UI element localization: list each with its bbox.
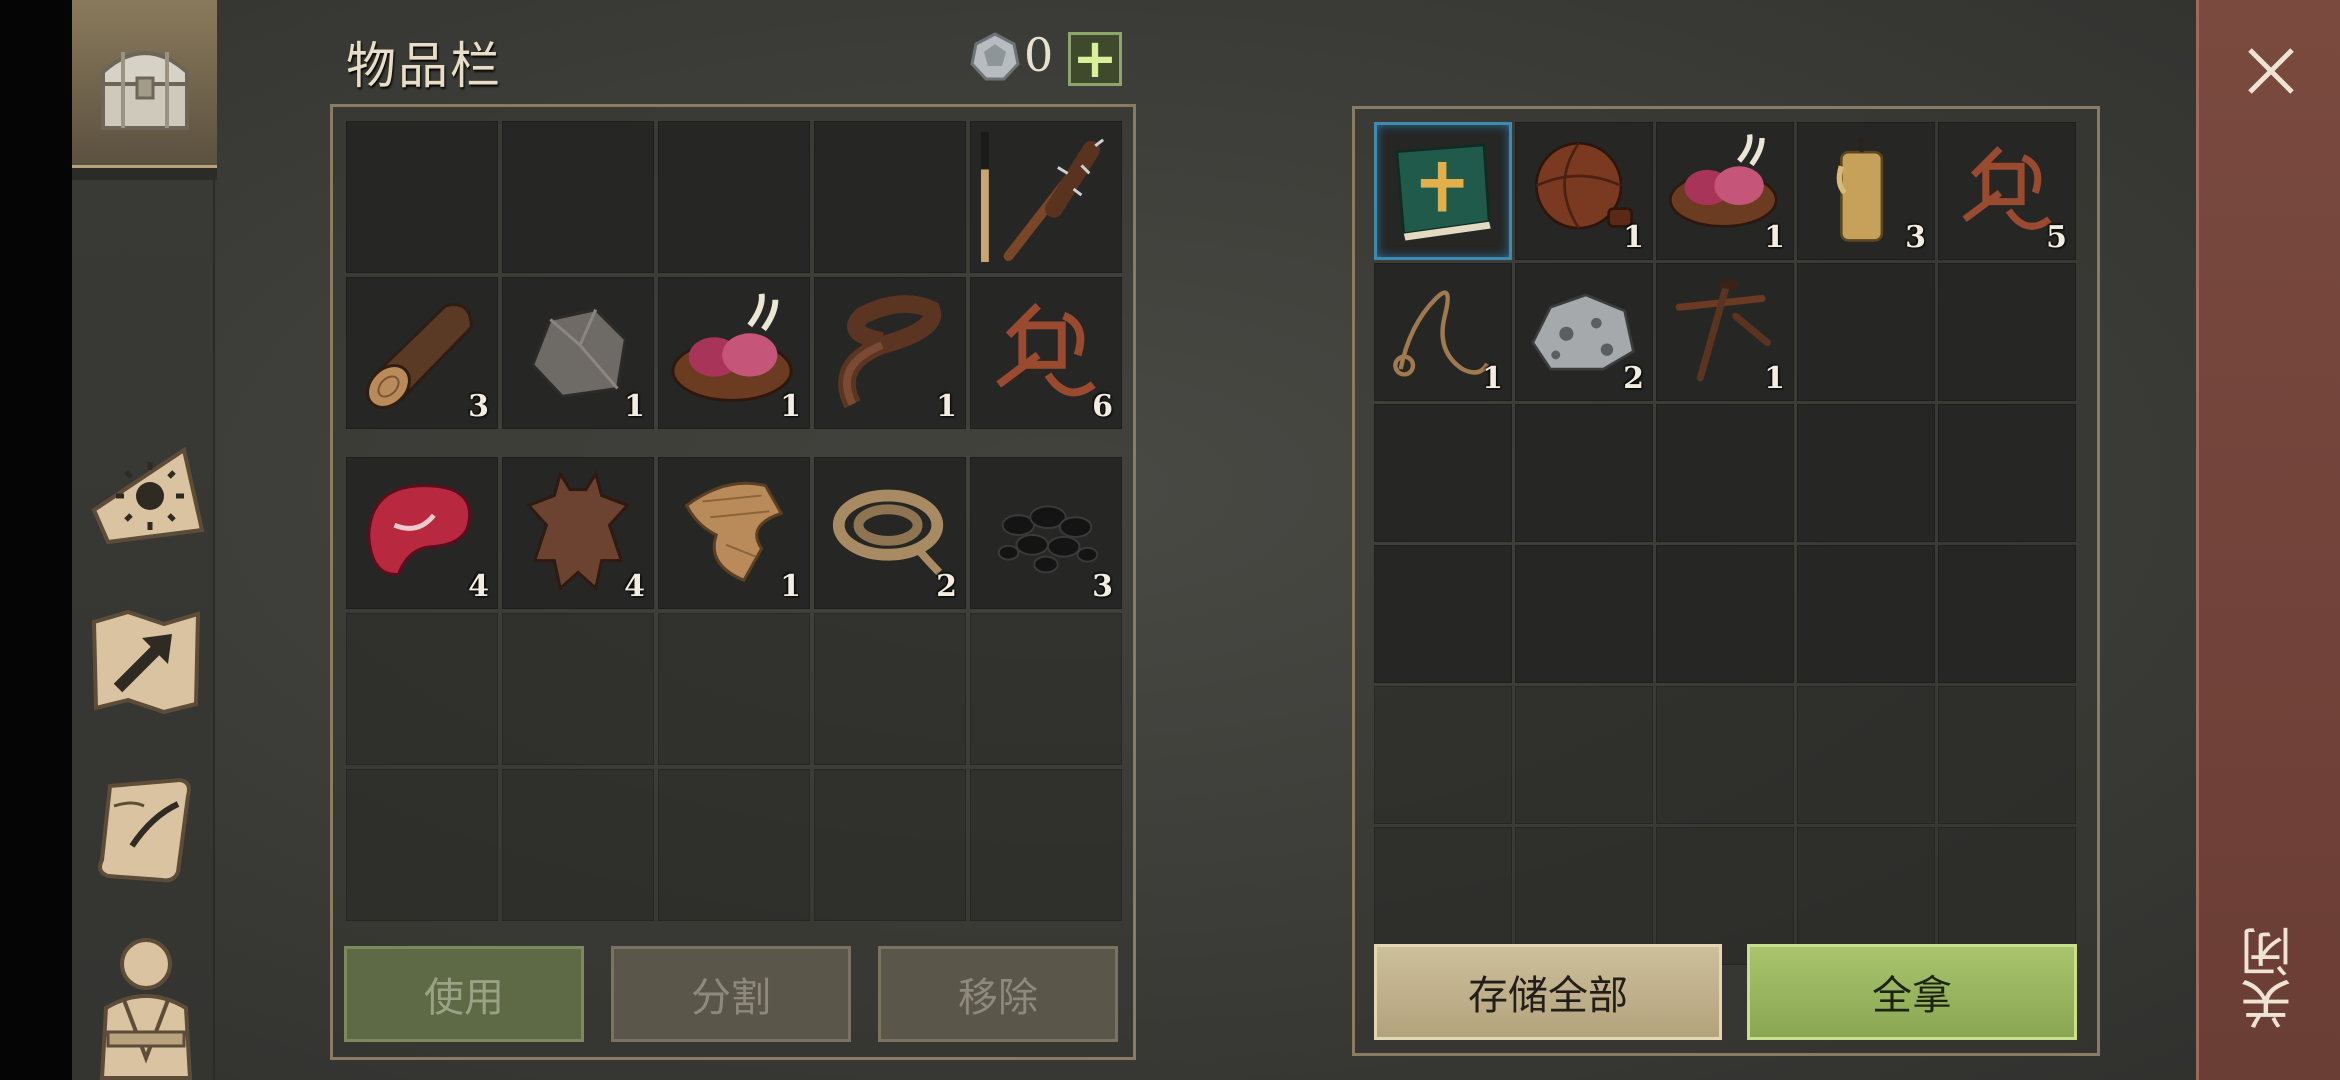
store-all-button[interactable]: 存储全部	[1374, 944, 1722, 1040]
item-quantity: 1	[1482, 361, 1503, 396]
storage-slot[interactable]	[1656, 686, 1794, 824]
crafting-book-icon[interactable]	[84, 440, 208, 548]
inventory-slot[interactable]: 1	[658, 277, 810, 429]
item-quantity: 6	[1092, 389, 1113, 424]
quest-scroll-icon[interactable]	[92, 776, 200, 886]
inventory-slot[interactable]	[658, 613, 810, 765]
storage-slot[interactable]: 3	[1797, 122, 1935, 260]
item-quantity: 1	[624, 389, 645, 424]
inventory-slot[interactable]: 1	[814, 277, 966, 429]
storage-slot[interactable]	[1797, 263, 1935, 401]
inventory-slot[interactable]: 3	[970, 457, 1122, 609]
storage-slot[interactable]	[1374, 404, 1512, 542]
storage-slot[interactable]	[1797, 545, 1935, 683]
storage-slot[interactable]	[1515, 404, 1653, 542]
remove-button[interactable]: 移除	[878, 946, 1118, 1042]
storage-slot[interactable]: 1	[1656, 122, 1794, 260]
inventory-slot[interactable]	[814, 121, 966, 273]
equipment-grid: 3 1 1 1 6	[346, 121, 1122, 429]
storage-slot[interactable]: 1	[1515, 122, 1653, 260]
inventory-slot[interactable]	[502, 613, 654, 765]
inventory-slot[interactable]: 4	[502, 457, 654, 609]
storage-slot[interactable]	[1938, 545, 2076, 683]
storage-slot[interactable]	[1797, 404, 1935, 542]
inventory-slot[interactable]: 1	[502, 277, 654, 429]
inventory-slot[interactable]	[814, 769, 966, 921]
item-quantity: 2	[936, 569, 957, 604]
item-quantity: 3	[468, 389, 489, 424]
inventory-slot[interactable]	[502, 121, 654, 273]
inventory-slot[interactable]: 4	[346, 457, 498, 609]
close-label[interactable]: 关闭	[2236, 918, 2306, 1038]
inventory-slot[interactable]	[502, 769, 654, 921]
item-quantity: 4	[468, 569, 489, 604]
inventory-title: 物品栏	[346, 37, 502, 95]
item-quantity: 1	[1764, 361, 1785, 396]
item-quantity: 3	[1092, 569, 1113, 604]
spiked-club-icon	[980, 131, 1105, 263]
storage-slot[interactable]	[1938, 404, 2076, 542]
storage-slot[interactable]	[1374, 545, 1512, 683]
item-quantity: 5	[2046, 220, 2067, 255]
inventory-slot[interactable]: 2	[814, 457, 966, 609]
inventory-slot[interactable]	[346, 769, 498, 921]
buy-coins-button[interactable]: +	[1068, 32, 1122, 86]
green-book-icon	[1395, 143, 1491, 241]
storage-slot[interactable]	[1656, 404, 1794, 542]
item-quantity: 3	[1905, 220, 1926, 255]
storage-slot[interactable]: 1	[1656, 263, 1794, 401]
item-quantity: 4	[624, 569, 645, 604]
inventory-slot[interactable]	[970, 613, 1122, 765]
storage-slot[interactable]	[1515, 545, 1653, 683]
map-icon[interactable]	[88, 608, 204, 716]
coin-icon	[970, 32, 1020, 82]
chest-icon[interactable]	[95, 32, 195, 136]
storage-grid: 1 1 3 5 1 2 1	[1374, 122, 2076, 965]
inventory-slot[interactable]	[658, 121, 810, 273]
item-quantity: 2	[1623, 361, 1644, 396]
use-button[interactable]: 使用	[344, 946, 584, 1042]
screen-edge	[0, 0, 72, 1080]
inventory-slot[interactable]: 1	[658, 457, 810, 609]
inventory-slot[interactable]	[658, 769, 810, 921]
take-all-button[interactable]: 全拿	[1747, 944, 2077, 1040]
storage-slot[interactable]	[1656, 545, 1794, 683]
inventory-slot[interactable]	[814, 613, 966, 765]
inventory-slot[interactable]	[346, 613, 498, 765]
inventory-slot[interactable]	[970, 769, 1122, 921]
backpack-grid: 4 4 1 2 3	[346, 457, 1122, 921]
item-quantity: 1	[780, 389, 801, 424]
side-nav-divider	[72, 168, 217, 180]
inventory-slot[interactable]	[970, 121, 1122, 273]
storage-slot[interactable]	[1515, 686, 1653, 824]
item-quantity: 1	[936, 389, 957, 424]
storage-slot[interactable]: 1	[1374, 263, 1512, 401]
storage-slot[interactable]	[1938, 263, 2076, 401]
item-quantity: 1	[1764, 220, 1785, 255]
inventory-slot[interactable]	[346, 121, 498, 273]
storage-slot[interactable]: 2	[1515, 263, 1653, 401]
inventory-slot[interactable]: 3	[346, 277, 498, 429]
storage-slot[interactable]	[1374, 686, 1512, 824]
character-icon[interactable]	[88, 928, 204, 1080]
storage-slot[interactable]	[1797, 686, 1935, 824]
storage-slot[interactable]	[1374, 122, 1512, 260]
close-icon[interactable]	[2238, 38, 2304, 104]
item-quantity: 1	[1623, 220, 1644, 255]
split-button[interactable]: 分割	[611, 946, 851, 1042]
inventory-slot[interactable]: 6	[970, 277, 1122, 429]
storage-slot[interactable]: 5	[1938, 122, 2076, 260]
item-quantity: 1	[780, 569, 801, 604]
coin-count: 0	[1024, 28, 1054, 82]
storage-slot[interactable]	[1938, 686, 2076, 824]
